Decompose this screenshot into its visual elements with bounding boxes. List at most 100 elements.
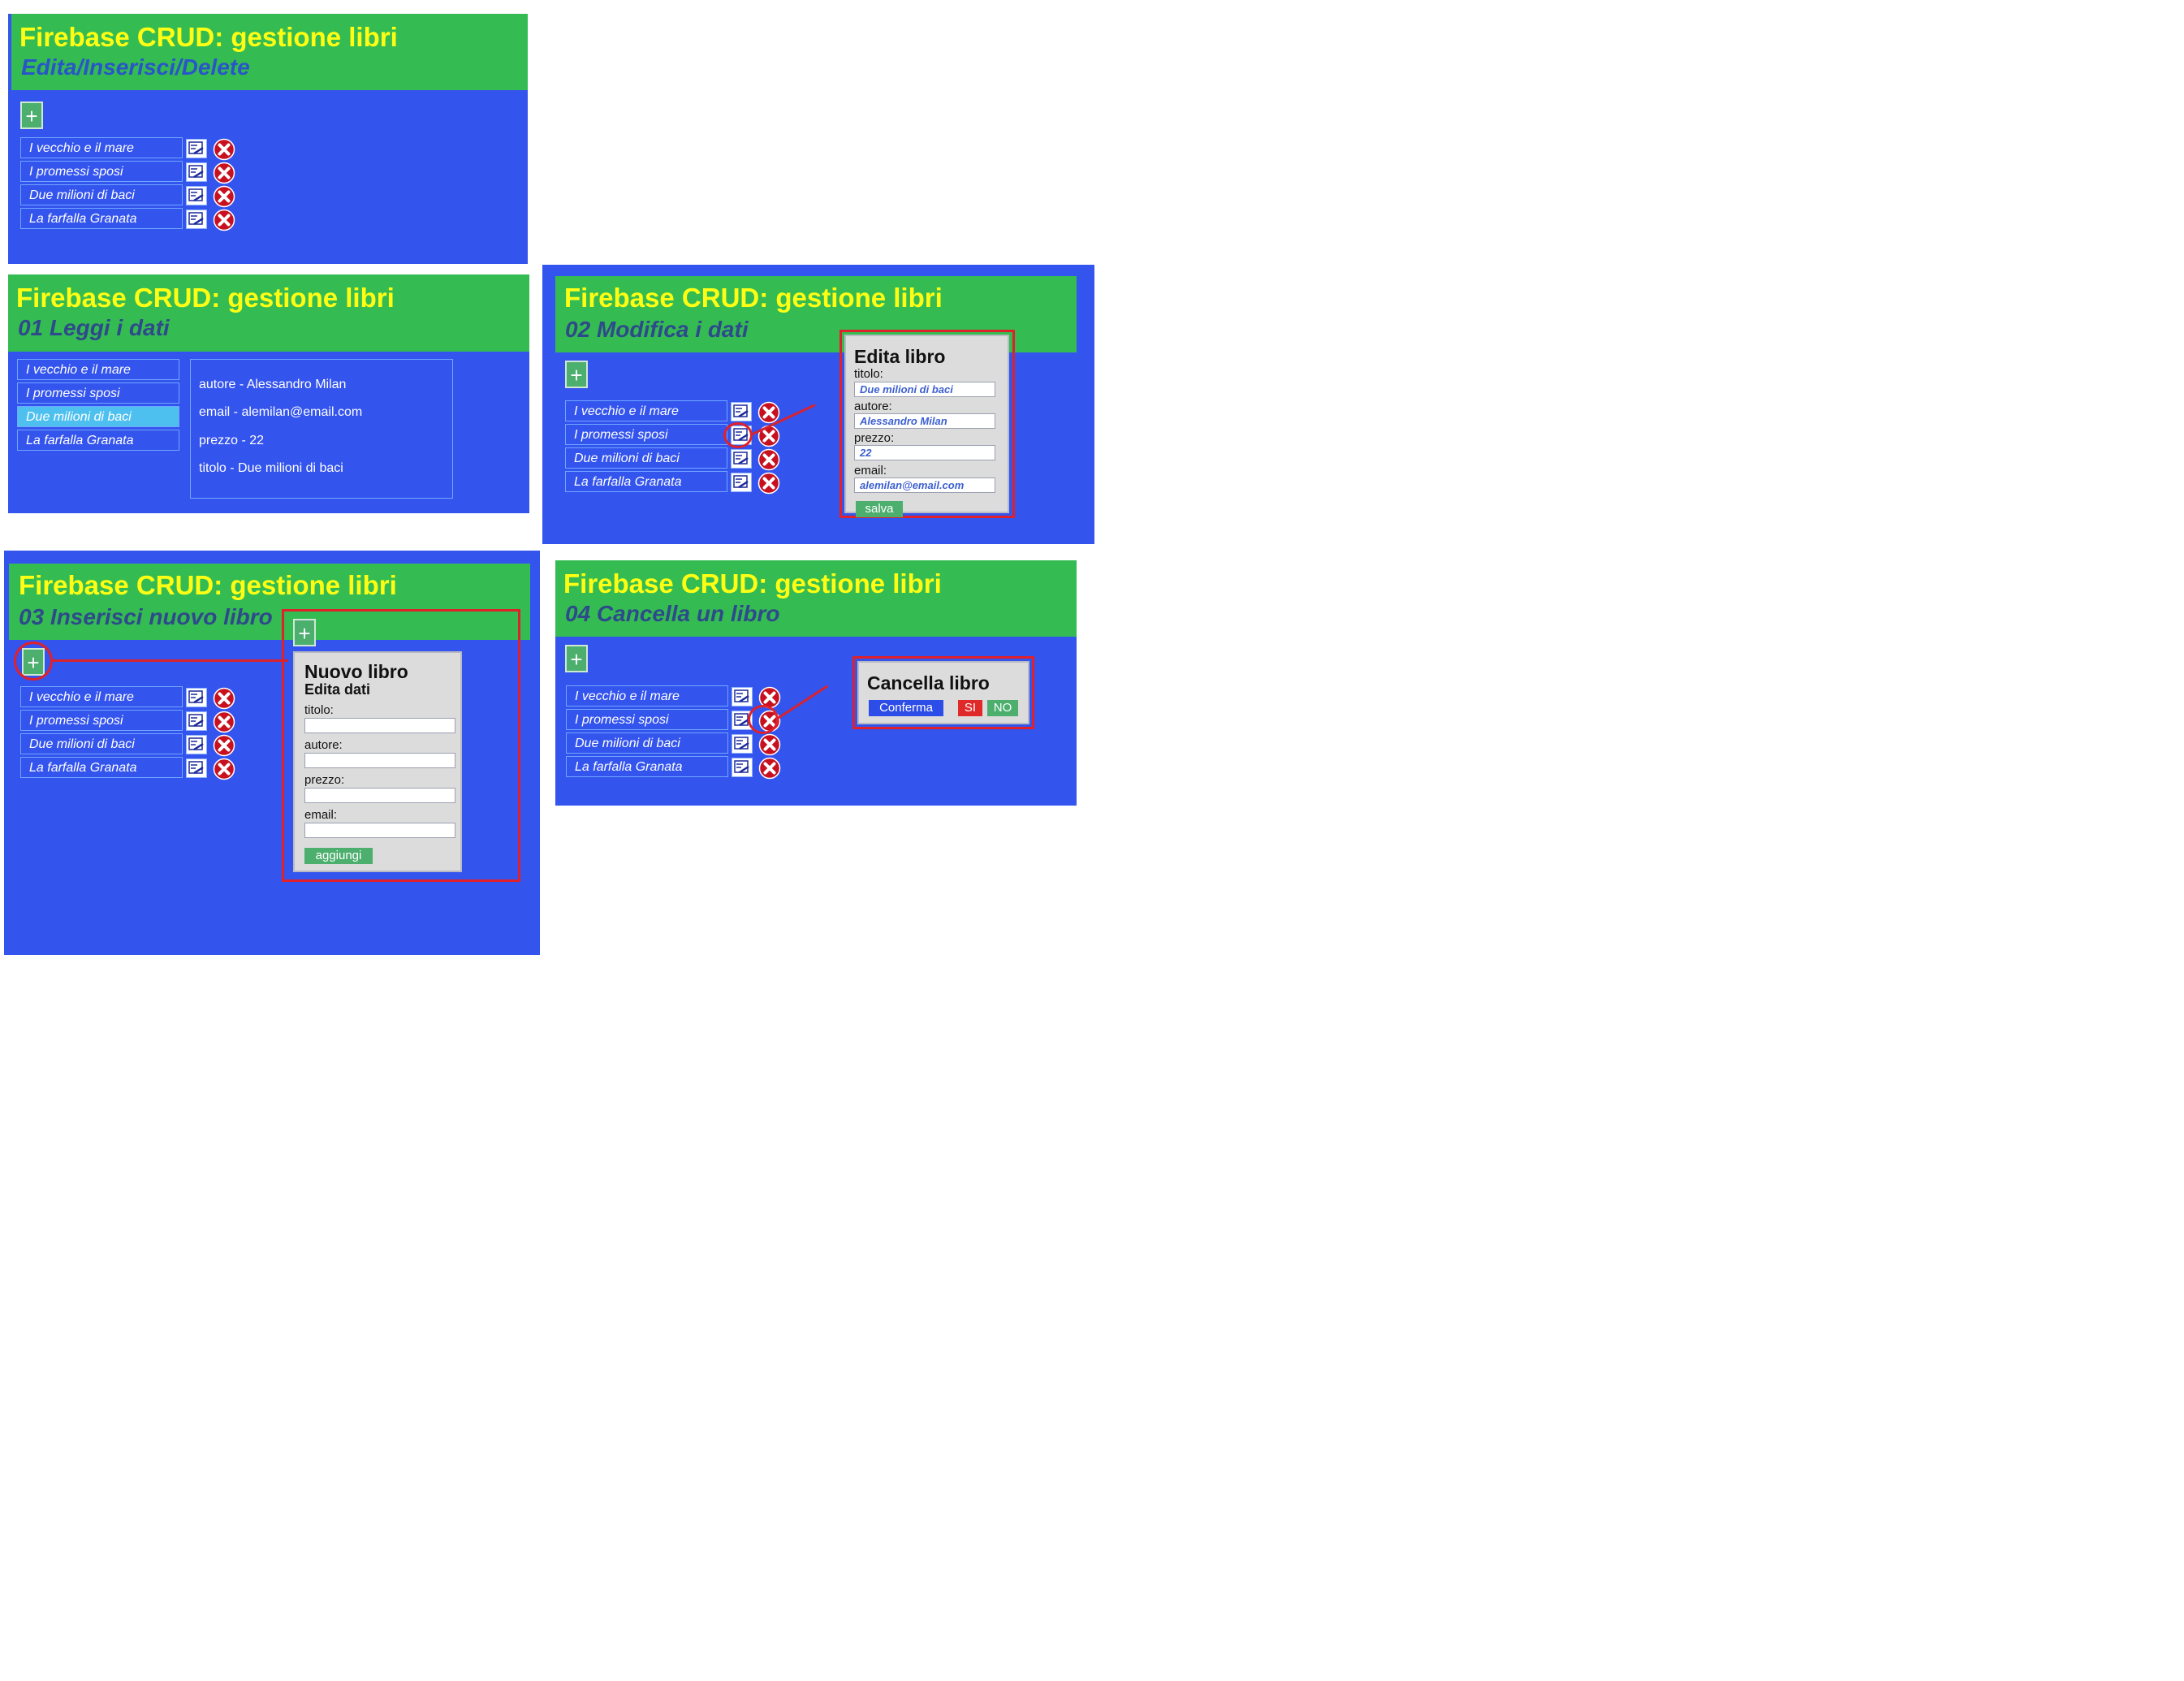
page-subtitle: 02 Modifica i dati (565, 317, 749, 342)
edit-icon[interactable] (186, 210, 207, 229)
detail-email: email - alemilan@email.com (199, 405, 363, 419)
delete-x-icon[interactable] (213, 138, 235, 161)
delete-highlight-ring (748, 705, 779, 734)
edit-icon[interactable] (732, 734, 753, 754)
book-title-cell: Due milioni di baci (20, 733, 183, 754)
book-title-cell: I vecchio e il mare (566, 685, 728, 707)
edit-highlight-ring (723, 422, 753, 448)
delete-book-dialog: Cancella libro Conferma SI NO (857, 661, 1029, 724)
edit-icon[interactable] (186, 162, 207, 182)
book-row: I vecchio e il mare (20, 686, 240, 710)
delete-x-icon[interactable] (213, 734, 235, 757)
edit-icon[interactable] (732, 758, 753, 777)
app-title: Firebase CRUD: gestione libri (16, 283, 395, 313)
delete-x-icon[interactable] (758, 757, 781, 780)
author-field[interactable]: Alessandro Milan (854, 413, 995, 429)
price-field[interactable]: 22 (854, 445, 995, 460)
book-title-cell: I vecchio e il mare (20, 686, 183, 707)
book-title-cell: Due milioni di baci (565, 447, 727, 469)
delete-x-icon[interactable] (213, 711, 235, 733)
detail-title: titolo - Due milioni di baci (199, 461, 343, 475)
panel-insert: Firebase CRUD: gestione libri 03 Inseris… (4, 551, 540, 955)
field-label-price: prezzo: (304, 773, 345, 787)
panel-delete: Firebase CRUD: gestione libri 04 Cancell… (555, 560, 1077, 806)
add-book-button[interactable]: + (565, 645, 588, 672)
book-title-cell: La farfalla Granata (566, 756, 728, 777)
book-title-cell: La farfalla Granata (20, 757, 183, 778)
book-row[interactable]: I vecchio e il mare (17, 359, 179, 382)
book-row: Due milioni di baci (20, 184, 240, 208)
page-subtitle: 04 Cancella un libro (565, 601, 780, 626)
author-input[interactable] (304, 753, 455, 768)
confirm-button[interactable]: Conferma (869, 700, 943, 716)
new-dialog-subheading: Edita dati (304, 681, 371, 698)
panel-overview: Firebase CRUD: gestione libri Edita/Inse… (8, 14, 528, 264)
panel-read: Firebase CRUD: gestione libri 01 Leggi i… (8, 274, 529, 513)
detail-price: prezzo - 22 (199, 434, 265, 447)
book-title-cell: I promessi sposi (565, 424, 727, 445)
field-label-title: titolo: (304, 703, 334, 717)
book-title-cell: La farfalla Granata (565, 471, 727, 492)
app-title: Firebase CRUD: gestione libri (564, 283, 943, 313)
price-input[interactable] (304, 788, 455, 803)
book-row[interactable]: Due milioni di baci (17, 406, 179, 430)
yes-button[interactable]: SI (958, 700, 982, 716)
add-book-button[interactable]: + (565, 361, 588, 388)
delete-x-icon[interactable] (213, 185, 235, 208)
book-title-cell[interactable]: La farfalla Granata (17, 430, 179, 451)
edit-icon[interactable] (186, 758, 207, 778)
book-row[interactable]: La farfalla Granata (17, 430, 179, 453)
panel-edit: Firebase CRUD: gestione libri 02 Modific… (542, 265, 1094, 544)
no-button[interactable]: NO (987, 700, 1018, 716)
book-details-box: autore - Alessandro Milan email - alemil… (190, 359, 453, 499)
edit-icon[interactable] (186, 186, 207, 205)
delete-x-icon[interactable] (758, 733, 781, 756)
book-title-cell: Due milioni di baci (566, 732, 728, 754)
save-button[interactable]: salva (856, 501, 903, 517)
book-title-cell: I promessi sposi (20, 161, 183, 182)
field-label-author: autore: (854, 400, 892, 413)
detail-author: autore - Alessandro Milan (199, 378, 347, 391)
edit-icon[interactable] (186, 711, 207, 731)
field-label-email: email: (854, 464, 887, 478)
add-book-button[interactable]: + (20, 102, 43, 129)
edit-dialog-heading: Edita libro (854, 346, 946, 367)
email-field[interactable]: alemilan@email.com (854, 478, 995, 493)
edit-icon[interactable] (186, 688, 207, 707)
book-row: I promessi sposi (20, 710, 240, 733)
edit-book-dialog: Edita libro titolo: Due milioni di baci … (844, 335, 1009, 517)
edit-icon[interactable] (186, 139, 207, 158)
book-row: La farfalla Granata (566, 756, 785, 780)
email-input[interactable] (304, 823, 455, 838)
delete-x-icon[interactable] (213, 162, 235, 184)
page-subtitle: 01 Leggi i dati (18, 315, 170, 340)
title-field[interactable]: Due milioni di baci (854, 382, 995, 397)
app-title: Firebase CRUD: gestione libri (563, 568, 942, 599)
edit-icon[interactable] (732, 687, 753, 707)
book-title-cell[interactable]: I promessi sposi (17, 382, 179, 404)
app-title: Firebase CRUD: gestione libri (19, 22, 398, 52)
delete-x-icon[interactable] (757, 448, 780, 471)
delete-x-icon[interactable] (213, 687, 235, 710)
add-book-button-popup[interactable]: + (293, 619, 316, 646)
book-row[interactable]: I promessi sposi (17, 382, 179, 406)
title-input[interactable] (304, 718, 455, 733)
book-row: I promessi sposi (20, 161, 240, 184)
new-dialog-heading: Nuovo libro (304, 661, 408, 682)
edit-icon[interactable] (731, 473, 752, 492)
book-row: I vecchio e il mare (20, 137, 240, 161)
delete-x-icon[interactable] (213, 758, 235, 780)
book-title-cell: I vecchio e il mare (20, 137, 183, 158)
edit-icon[interactable] (731, 402, 752, 421)
book-title-cell: I vecchio e il mare (565, 400, 727, 421)
edit-icon[interactable] (731, 449, 752, 469)
delete-x-icon[interactable] (757, 472, 780, 495)
field-label-author: autore: (304, 738, 343, 752)
book-title-cell[interactable]: Due milioni di baci (17, 406, 179, 427)
add-button[interactable]: aggiungi (304, 848, 373, 864)
new-book-dialog: Nuovo libro Edita dati titolo: autore: p… (293, 651, 462, 872)
book-title-cell: Due milioni di baci (20, 184, 183, 205)
delete-x-icon[interactable] (213, 209, 235, 231)
book-title-cell[interactable]: I vecchio e il mare (17, 359, 179, 380)
edit-icon[interactable] (186, 735, 207, 754)
